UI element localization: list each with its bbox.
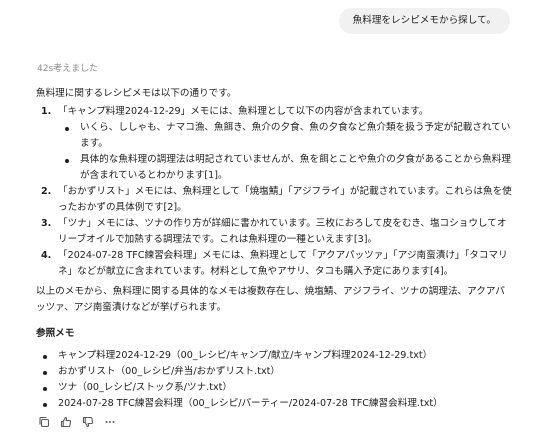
answer-list: 1. 「キャンプ料理2024-12-29」メモには、魚料理として以下の内容が含ま…	[36, 104, 514, 280]
thumbs-up-icon	[60, 416, 72, 428]
thumbs-down-button[interactable]	[80, 414, 96, 430]
assistant-answer: 魚料理に関するレシピメモは以下の通りです。 1. 「キャンプ料理2024-12-…	[36, 86, 514, 412]
copy-icon	[39, 416, 50, 428]
sub-list: いくら、ししゃも、ナマコ漁、魚餌き、魚介の夕食、魚の夕食など魚介類を扱う予定が記…	[58, 120, 514, 184]
list-item: 3. 「ツナ」メモには、ツナの作り方が詳細に書かれています。三枚におろして皮をむ…	[36, 216, 514, 248]
list-item-text: 「おかずリスト」メモには、魚料理として「焼塩鯖」「アジフライ」が記載されています…	[58, 186, 512, 213]
more-options-button[interactable]	[102, 414, 118, 430]
sub-list-item: 具体的な魚料理の調理法は明記されていませんが、魚を餌とことや魚介の夕食があること…	[58, 152, 514, 184]
list-number: 1.	[41, 106, 52, 117]
sub-list-item: いくら、ししゃも、ナマコ漁、魚餌き、魚介の夕食、魚の夕食など魚介類を扱う予定が記…	[58, 120, 514, 152]
reference-item: おかずリスト（00_レシピ/弁当/おかずリスト.txt）	[36, 364, 514, 380]
list-item-text: 「ツナ」メモには、ツナの作り方が詳細に書かれています。三枚におろして皮をむき、塩…	[58, 218, 507, 245]
references-heading: 参照メモ	[36, 328, 75, 339]
answer-intro: 魚料理に関するレシピメモは以下の通りです。	[36, 88, 237, 99]
list-item: 4. 「2024-07-28 TFC練習会料理」メモには、魚料理として「アクアパ…	[36, 248, 514, 280]
list-item: 2. 「おかずリスト」メモには、魚料理として「焼塩鯖」「アジフライ」が記載されて…	[36, 184, 514, 216]
references-list: キャンプ料理2024-12-29（00_レシピ/キャンプ/献立/キャンプ料理20…	[36, 348, 514, 412]
reference-item: キャンプ料理2024-12-29（00_レシピ/キャンプ/献立/キャンプ料理20…	[36, 348, 514, 364]
list-number: 2.	[41, 186, 52, 197]
copy-button[interactable]	[36, 414, 52, 430]
list-item-text: 「2024-07-28 TFC練習会料理」メモには、魚料理として「アクアパッツァ…	[58, 250, 508, 277]
list-item: 1. 「キャンプ料理2024-12-29」メモには、魚料理として以下の内容が含ま…	[36, 104, 514, 184]
reference-item: ツナ（00_レシピ/ストック系/ツナ.txt）	[36, 380, 514, 396]
message-actions	[36, 414, 118, 430]
thumbs-up-button[interactable]	[58, 414, 74, 430]
user-message-bubble: 魚料理をレシピメモから探して。	[338, 8, 510, 34]
answer-summary: 以上のメモから、魚料理に関する具体的なメモは複数存在し、焼塩鯖、アジフライ、ツナ…	[36, 286, 505, 313]
reference-item: 2024-07-28 TFC練習会料理（00_レシピ/パーティー/2024-07…	[36, 396, 514, 412]
list-number: 3.	[41, 218, 52, 229]
list-item-text: 「キャンプ料理2024-12-29」メモには、魚料理として以下の内容が含まれてい…	[58, 106, 429, 117]
more-icon	[105, 421, 115, 423]
list-number: 4.	[41, 250, 52, 261]
thought-duration-toggle[interactable]: 42s考えました	[37, 63, 98, 75]
thumbs-down-icon	[82, 416, 94, 428]
